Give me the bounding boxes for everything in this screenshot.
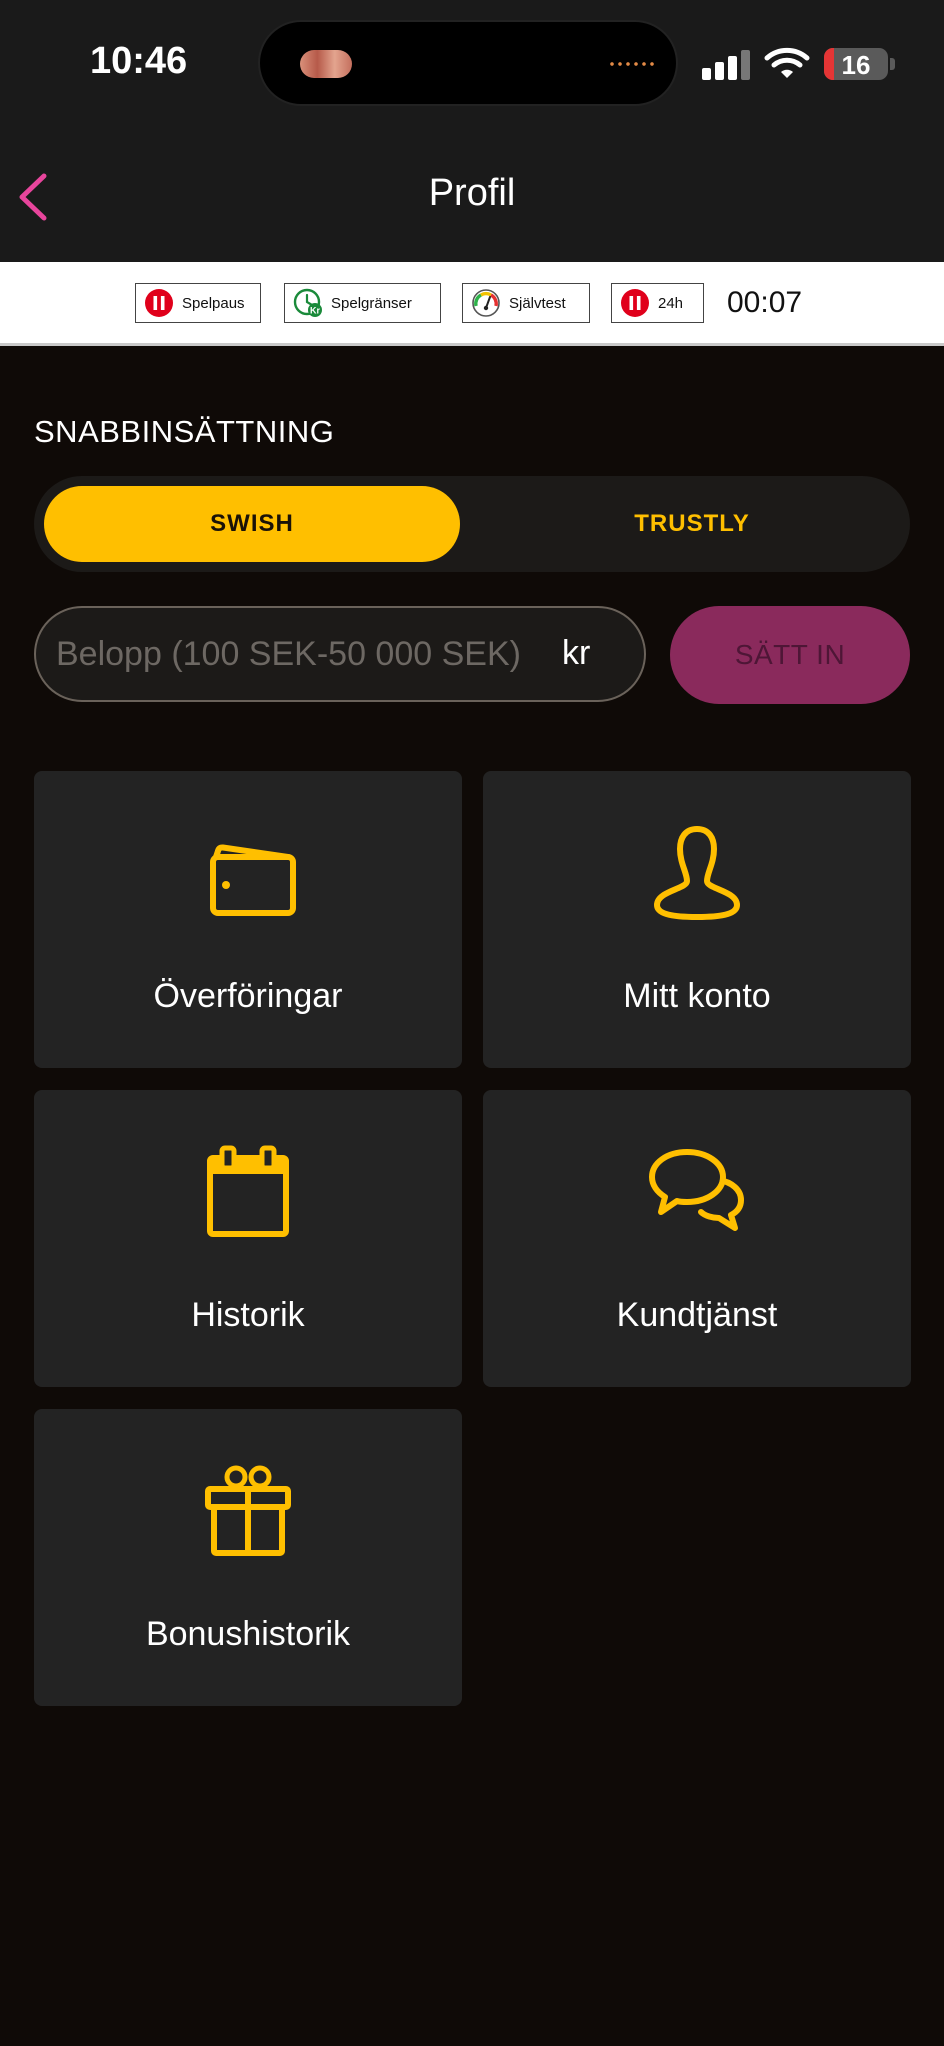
chat-bubbles-icon	[649, 1149, 744, 1231]
deposit-button[interactable]: SÄTT IN	[670, 606, 910, 704]
trustly-tab[interactable]: TRUSTLY	[484, 486, 900, 562]
pause-icon	[621, 289, 649, 317]
spelpaus-label: Spelpaus	[182, 294, 245, 312]
spelgranser-button[interactable]: Kr Spelgränser	[284, 283, 441, 323]
status-bar: 10:46 16	[0, 0, 944, 120]
svg-text:Kr: Kr	[310, 306, 320, 316]
nav-header: Profil	[0, 120, 944, 262]
tile-customer-service[interactable]: Kundtjänst	[483, 1090, 911, 1387]
tile-transfers[interactable]: Överföringar	[34, 771, 462, 1068]
spelgranser-label: Spelgränser	[331, 294, 412, 312]
clock-limit-icon: Kr	[293, 288, 322, 317]
tile-history[interactable]: Historik	[34, 1090, 462, 1387]
tile-bonus-history[interactable]: Bonushistorik	[34, 1409, 462, 1706]
pause-24h-button[interactable]: 24h	[611, 283, 704, 323]
quick-deposit-title: SNABBINSÄTTNING	[34, 414, 335, 449]
page-title: Profil	[428, 172, 516, 214]
battery-icon: 16	[824, 48, 888, 80]
now-playing-thumbnail	[300, 50, 352, 78]
tile-my-account-label: Mitt konto	[623, 977, 771, 1015]
payment-method-toggle: SWISH TRUSTLY	[34, 476, 910, 572]
pause-24h-label: 24h	[658, 294, 684, 312]
gauge-icon	[472, 289, 500, 317]
sjalvtest-label: Självtest	[509, 294, 566, 312]
session-timer: 00:07	[727, 286, 803, 319]
tile-history-label: Historik	[191, 1296, 305, 1334]
pause-icon	[145, 289, 173, 317]
gift-icon	[205, 1465, 291, 1556]
tile-transfers-label: Överföringar	[153, 977, 343, 1015]
calendar-icon	[207, 1145, 289, 1237]
amount-input[interactable]	[56, 608, 556, 700]
amount-field: kr	[34, 606, 646, 702]
wifi-icon	[764, 47, 810, 78]
tile-my-account[interactable]: Mitt konto	[483, 771, 911, 1068]
sjalvtest-button[interactable]: Självtest	[462, 283, 590, 323]
cellular-signal-icon	[702, 50, 752, 80]
dynamic-island	[258, 20, 678, 106]
responsible-gaming-bar: Spelpaus Kr Spelgränser Självtest 24h 00…	[0, 262, 944, 346]
tile-bonus-history-label: Bonushistorik	[145, 1615, 351, 1653]
currency-unit: kr	[562, 634, 591, 672]
battery-level: 16	[841, 50, 871, 80]
activity-indicator	[608, 62, 654, 66]
swish-tab[interactable]: SWISH	[44, 486, 460, 562]
spelpaus-button[interactable]: Spelpaus	[135, 283, 261, 323]
wallet-icon	[210, 844, 296, 916]
tile-customer-service-label: Kundtjänst	[616, 1296, 778, 1334]
user-icon	[654, 826, 740, 920]
battery-nub	[890, 58, 895, 70]
status-time: 10:46	[90, 40, 188, 82]
